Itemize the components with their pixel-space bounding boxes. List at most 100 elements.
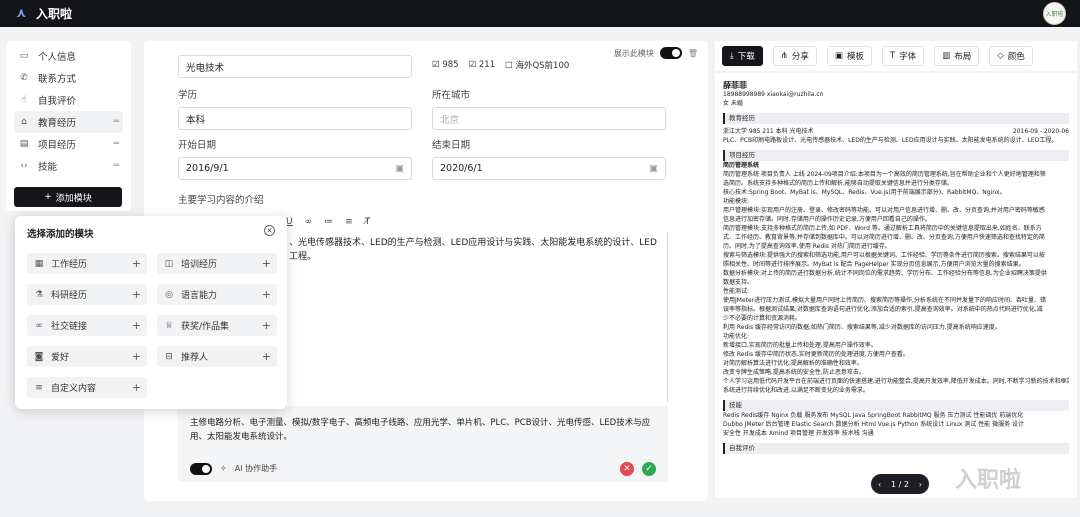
trash-icon[interactable]: 🗑	[688, 49, 698, 58]
show-module-toggle[interactable]	[659, 47, 682, 59]
drag-handle-icon[interactable]: ═	[114, 117, 119, 127]
nav-item-label: 自我评价	[38, 96, 77, 107]
clear-format-icon[interactable]: T̸	[365, 217, 371, 227]
courses-label: 主要学习内容的介绍	[178, 195, 264, 206]
reject-icon[interactable]: ✕	[620, 462, 634, 476]
nav-item-projects[interactable]: ▤ 项目经历 ═	[14, 133, 123, 155]
skill-line: Redis Redis缓存 Nginx 负载 服务发布 MySQL Java S…	[723, 412, 1024, 419]
project-line: 照相关性、时间等进行排序展示。MyBat is 配合 PageHelper 实现…	[723, 261, 1025, 268]
download-button[interactable]: ⤓ 下载	[722, 46, 763, 66]
tag-qs100[interactable]: ☐ 海外QS前100	[505, 59, 569, 71]
nav-item-label: 技能	[38, 162, 58, 173]
start-date-field[interactable]: 2016/9/1 ▣	[178, 157, 412, 180]
resume-edu-desc: PLC、PCB印刷电路板设计、光电传感器技术、LED的生产与检测、LED应用设计…	[723, 137, 1058, 144]
layout-label: 布局	[954, 52, 972, 62]
ai-toggle[interactable]	[190, 463, 212, 475]
project-line: 误率等指标。根据测试结果,对数据库查询语句进行优化,添加合适的索引,提高查询效率…	[723, 306, 1043, 313]
plus-icon: +	[131, 381, 141, 394]
section-eval: 自我评价	[723, 443, 1069, 454]
share-label: 分享	[791, 52, 809, 62]
color-icon: ◇	[997, 51, 1004, 61]
nav-item-self-eval[interactable]: ☝ 自我评价	[14, 89, 123, 111]
module-option-training[interactable]: ◫ 培训经历 +	[157, 253, 277, 274]
project-line: 少不必要的计算和资源消耗。	[723, 315, 802, 322]
nav-item-label: 个人信息	[38, 52, 77, 63]
project-line: 系统进行持续优化和改进,以满足不断变化的业务需求。	[723, 387, 869, 394]
list-icon: ≡	[35, 382, 43, 393]
prev-page-icon[interactable]: ‹	[878, 480, 881, 489]
module-option-social[interactable]: ∞ 社交链接 +	[27, 315, 147, 336]
major-value: 光电技术	[186, 62, 225, 74]
degree-field[interactable]: 本科	[178, 107, 412, 130]
document-icon: ▤	[19, 139, 29, 149]
module-option-research[interactable]: ⚗ 科研经历 +	[27, 284, 147, 305]
module-option-referee[interactable]: ⊟ 推荐人 +	[157, 346, 277, 367]
plus-icon: +	[261, 350, 271, 363]
drag-handle-icon[interactable]: ═	[114, 139, 119, 149]
ordered-list-icon[interactable]: ≔	[324, 217, 333, 227]
tag-label: 985	[442, 60, 459, 70]
link-icon[interactable]: ∞	[305, 217, 313, 227]
project-line: 简历管理系统	[723, 162, 760, 169]
font-button[interactable]: T 字体	[881, 46, 925, 66]
city-field[interactable]: 北京	[432, 107, 666, 130]
project-lines: 简历管理系统 简历管理系统 项目负责人 上线 2024-09项目介绍:本项目为一…	[723, 161, 1069, 395]
link-icon: ∞	[35, 320, 43, 331]
show-module-control: 展示此模块 🗑	[614, 47, 698, 59]
color-label: 颜色	[1007, 52, 1025, 62]
tag-985[interactable]: ☑ 985	[432, 60, 459, 70]
watermark: 入职啦	[955, 468, 1022, 493]
add-module-button[interactable]: + 添加模块	[14, 187, 122, 207]
plus-icon: +	[261, 288, 271, 301]
tag-211[interactable]: ☑ 211	[469, 60, 496, 70]
checkbox-icon: ☐	[505, 61, 513, 71]
end-date-field[interactable]: 2020/6/1 ▣	[432, 157, 666, 180]
nav-item-label: 教育经历	[38, 118, 77, 129]
module-option-label: 培训经历	[181, 260, 218, 270]
drag-handle-icon[interactable]: ═	[114, 161, 119, 171]
bullet-list-icon[interactable]: ≡	[345, 217, 353, 227]
project-line: 历。同时,为了提高查询效率,使用 Redis 对热门简历进行缓存。	[723, 243, 891, 250]
project-line: 核心技术:Spring Boot、MyBat is、MySQL、Redis、Vu…	[723, 189, 1006, 196]
module-option-label: 推荐人	[181, 353, 209, 363]
ai-label: AI 协作助手	[234, 464, 278, 473]
end-date-label: 结束日期	[432, 140, 471, 151]
project-line: 修改 Redis 缓存中简历状态,实时更新简历的处理进度,方便用户查看。	[723, 351, 909, 358]
module-option-awards[interactable]: ♕ 获奖/作品集 +	[157, 315, 277, 336]
avatar[interactable]: 入职啦	[1043, 2, 1066, 25]
nav-item-skills[interactable]: ‹› 技能 ═	[14, 155, 123, 177]
skill-line: Dubbo JMeter 后台管理 Elastic Search 数据分析 Ht…	[723, 421, 1024, 428]
module-option-language[interactable]: ◎ 语言能力 +	[157, 284, 277, 305]
template-icon: ▣	[834, 51, 843, 61]
layout-button[interactable]: ▥ 布局	[934, 46, 980, 66]
module-option-work[interactable]: ▦ 工作经历 +	[27, 253, 147, 274]
phone-icon: ✆	[20, 73, 28, 83]
close-icon[interactable]: ✕	[264, 225, 275, 236]
accept-icon[interactable]: ✓	[642, 462, 656, 476]
template-button[interactable]: ▣ 模板	[826, 46, 872, 66]
color-button[interactable]: ◇ 颜色	[989, 46, 1033, 66]
nav-item-contact[interactable]: ✆ 联系方式	[14, 67, 123, 89]
project-line: 性能测试:	[723, 288, 750, 295]
project-line: 新增接口,实现简历的批量上传和处理,提高用户操作效率。	[723, 342, 877, 349]
template-label: 模板	[846, 52, 864, 62]
page-pager: ‹ 1 / 2 ›	[871, 474, 929, 494]
degree-label: 学历	[178, 90, 198, 101]
next-page-icon[interactable]: ›	[919, 480, 922, 489]
module-option-label: 自定义内容	[51, 384, 97, 394]
plus-icon: +	[131, 288, 141, 301]
resume-preview: 薛菲菲 18988998989 xiaokai@ruzhila.cn 女 未婚 …	[715, 73, 1077, 498]
share-button[interactable]: ⋔ 分享	[772, 46, 817, 66]
project-line: 搜索与筛选模块:提供强大的搜索和筛选功能,用户可以根据关键词、工作经验、学历等条…	[723, 252, 1045, 259]
flask-icon: ⚗	[34, 289, 44, 300]
module-option-custom[interactable]: ≡ 自定义内容 +	[27, 377, 147, 398]
nav-item-personal-info[interactable]: ▭ 个人信息	[14, 45, 123, 67]
major-field[interactable]: 光电技术	[178, 55, 412, 78]
trophy-icon: ♕	[164, 320, 174, 331]
nav-item-education[interactable]: ⌂ 教育经历 ═	[14, 111, 123, 133]
add-module-label: 添加模块	[55, 193, 92, 204]
project-line: 利用 Redis 缓存经常访问的数据,如热门简历、搜索结果等,减少对数据库的访问…	[723, 324, 1001, 331]
app-logo[interactable]: ⋏ 入职啦	[16, 5, 72, 22]
module-option-label: 工作经历	[51, 260, 88, 270]
module-option-hobby[interactable]: ◙ 爱好 +	[27, 346, 147, 367]
